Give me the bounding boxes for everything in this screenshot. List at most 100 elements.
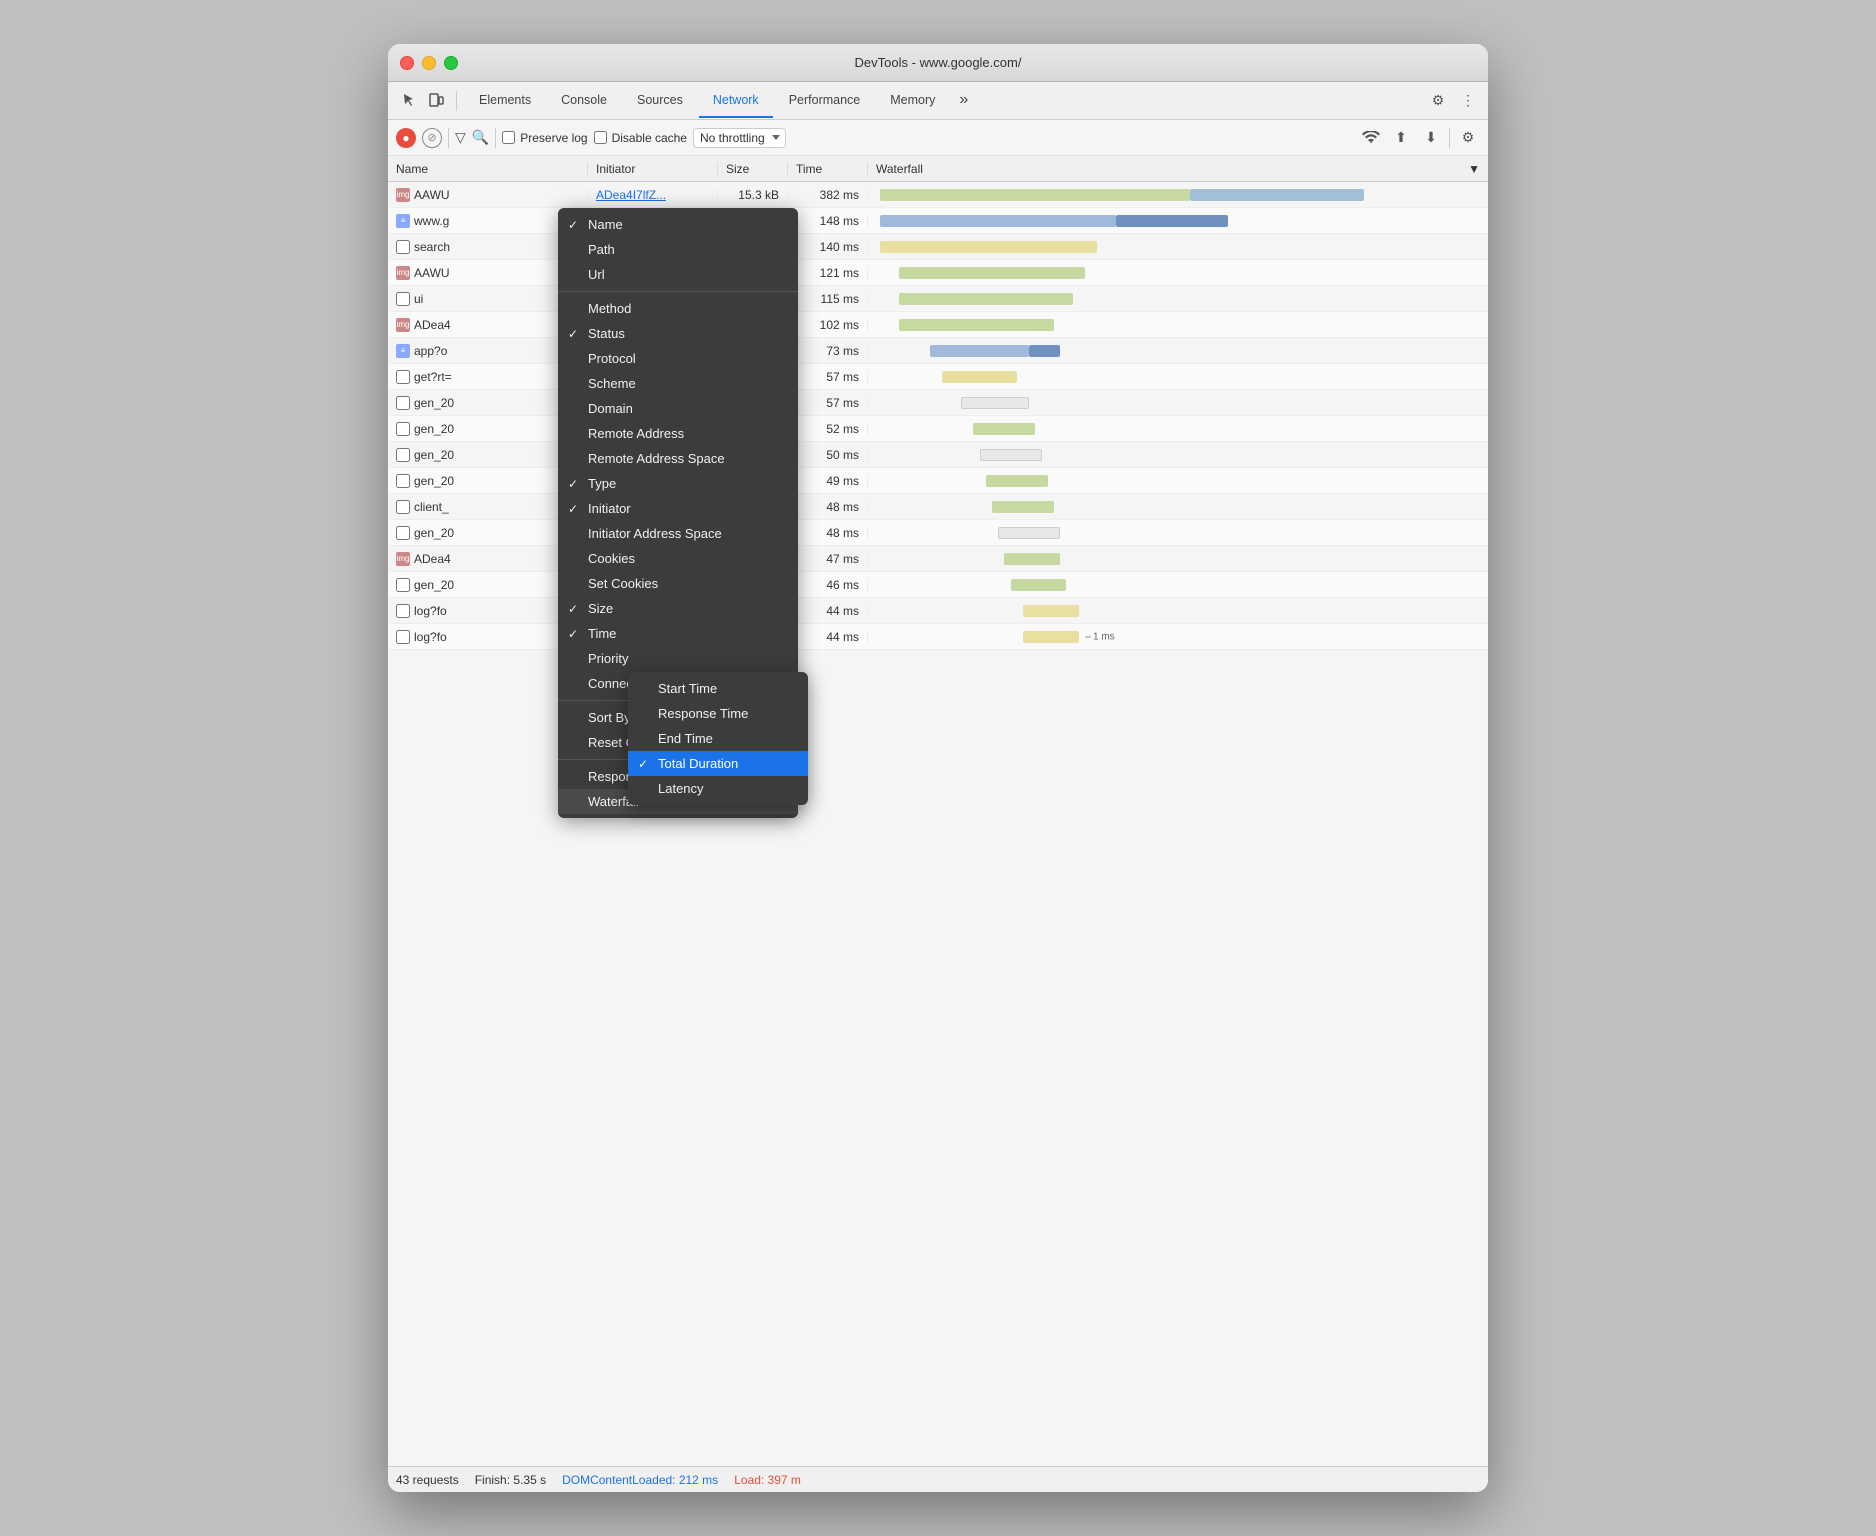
- row-checkbox[interactable]: [396, 448, 410, 462]
- tab-memory[interactable]: Memory: [876, 84, 949, 118]
- wifi-icon[interactable]: [1359, 126, 1383, 150]
- cell-waterfall: [868, 286, 1488, 311]
- header-name[interactable]: Name: [388, 162, 588, 176]
- table-row[interactable]: gen_20 (index):116 15 B 52 ms: [388, 416, 1488, 442]
- row-checkbox[interactable]: [396, 604, 410, 618]
- toolbar-right: ⚙ ⋮: [1426, 89, 1480, 113]
- tab-more[interactable]: »: [951, 84, 976, 118]
- header-initiator[interactable]: Initiator: [588, 162, 718, 176]
- clear-button[interactable]: ⊘: [422, 128, 442, 148]
- header-waterfall[interactable]: Waterfall ▼: [868, 162, 1488, 176]
- ctx-submenu-end-time[interactable]: End Time: [628, 726, 808, 751]
- ctx-item-priority[interactable]: Priority: [558, 646, 798, 671]
- device-icon[interactable]: [424, 89, 448, 113]
- preserve-log-checkbox[interactable]: [502, 131, 515, 144]
- tab-network[interactable]: Network: [699, 84, 773, 118]
- cursor-icon[interactable]: [396, 89, 420, 113]
- ctx-item-remote-address-space[interactable]: Remote Address Space: [558, 446, 798, 471]
- ctx-submenu-total-duration[interactable]: Total Duration: [628, 751, 808, 776]
- more-icon[interactable]: ⋮: [1456, 89, 1480, 113]
- ctx-item-name[interactable]: Name: [558, 212, 798, 237]
- table-row[interactable]: gen_20 (index):12 14 B 50 ms: [388, 442, 1488, 468]
- row-type-icon: img: [396, 188, 410, 202]
- ctx-submenu-response-time[interactable]: Response Time: [628, 701, 808, 726]
- ctx-submenu-latency[interactable]: Latency: [628, 776, 808, 801]
- table-row[interactable]: img AAWU ADea4I7lfZ... 2.7 kB 121 ms: [388, 260, 1488, 286]
- net-toolbar-right: ⬆ ⬇ ⚙: [1359, 126, 1480, 150]
- download-icon[interactable]: ⬇: [1419, 126, 1443, 150]
- preserve-log-label[interactable]: Preserve log: [502, 131, 587, 145]
- upload-icon[interactable]: ⬆: [1389, 126, 1413, 150]
- table-row[interactable]: gen_20 m=cdos,dp... 14 B 57 ms: [388, 390, 1488, 416]
- table-row[interactable]: log?fo 70 B 44 ms 1 ms: [388, 624, 1488, 650]
- cell-waterfall: [868, 312, 1488, 337]
- row-checkbox[interactable]: [396, 474, 410, 488]
- ctx-item-type[interactable]: Type: [558, 471, 798, 496]
- table-row[interactable]: gen_20 (index):215 14 B 48 ms: [388, 520, 1488, 546]
- row-checkbox[interactable]: [396, 292, 410, 306]
- maximize-button[interactable]: [444, 56, 458, 70]
- search-icon[interactable]: 🔍: [472, 129, 489, 146]
- ctx-item-time[interactable]: Time: [558, 621, 798, 646]
- table-body: img AAWU ADea4I7lfZ... 15.3 kB 382 ms ≡: [388, 182, 1488, 650]
- ctx-item-protocol[interactable]: Protocol: [558, 346, 798, 371]
- ctx-item-url[interactable]: Url: [558, 262, 798, 287]
- row-checkbox[interactable]: [396, 630, 410, 644]
- table-row[interactable]: ui m=DhPYm... 0 B 115 ms: [388, 286, 1488, 312]
- disable-cache-label[interactable]: Disable cache: [594, 131, 687, 145]
- settings-icon[interactable]: ⚙: [1426, 89, 1450, 113]
- ctx-item-initiator[interactable]: Initiator: [558, 496, 798, 521]
- header-time[interactable]: Time: [788, 162, 868, 176]
- table-row[interactable]: ≡ www.g Other 44.3 kB 148 ms: [388, 208, 1488, 234]
- table-row[interactable]: ≡ app?o rs=AA2YrT... 14.4 kB 73 ms: [388, 338, 1488, 364]
- ctx-item-initiator-address-space[interactable]: Initiator Address Space: [558, 521, 798, 546]
- ctx-item-method[interactable]: Method: [558, 296, 798, 321]
- ctx-item-scheme[interactable]: Scheme: [558, 371, 798, 396]
- throttle-select[interactable]: No throttling Fast 3G Slow 3G: [693, 128, 786, 148]
- table-row[interactable]: img ADea4 app?origin... 22 B 47 ms: [388, 546, 1488, 572]
- table-row[interactable]: log?fo 70 B 44 ms: [388, 598, 1488, 624]
- table-row[interactable]: search m=cdos,dp... 21.0 kB 140 ms: [388, 234, 1488, 260]
- status-bar: 43 requests Finish: 5.35 s DOMContentLoa…: [388, 1466, 1488, 1492]
- tab-bar: Elements Console Sources Network Perform…: [465, 82, 1422, 120]
- record-button[interactable]: ●: [396, 128, 416, 148]
- close-button[interactable]: [400, 56, 414, 70]
- ctx-item-size[interactable]: Size: [558, 596, 798, 621]
- ctx-item-domain[interactable]: Domain: [558, 396, 798, 421]
- table-row[interactable]: img AAWU ADea4I7lfZ... 15.3 kB 382 ms: [388, 182, 1488, 208]
- minimize-button[interactable]: [422, 56, 436, 70]
- filter-icon[interactable]: ▽: [455, 129, 466, 146]
- tab-console[interactable]: Console: [547, 84, 621, 118]
- table-row[interactable]: gen_20 (index):116 15 B 49 ms: [388, 468, 1488, 494]
- row-checkbox[interactable]: [396, 500, 410, 514]
- row-checkbox[interactable]: [396, 526, 410, 540]
- row-checkbox[interactable]: [396, 422, 410, 436]
- cell-time: 44 ms: [788, 630, 868, 644]
- table-row[interactable]: img ADea4 (index) 22 B 102 ms: [388, 312, 1488, 338]
- cell-waterfall: [868, 416, 1488, 441]
- cell-size: 15.3 kB: [718, 188, 788, 202]
- row-checkbox[interactable]: [396, 396, 410, 410]
- ctx-item-set-cookies[interactable]: Set Cookies: [558, 571, 798, 596]
- ctx-item-remote-address[interactable]: Remote Address: [558, 421, 798, 446]
- cell-waterfall: [868, 260, 1488, 285]
- settings-icon[interactable]: ⚙: [1456, 126, 1480, 150]
- tab-elements[interactable]: Elements: [465, 84, 545, 118]
- table-header: Name Initiator Size Time Waterfall ▼: [388, 156, 1488, 182]
- ctx-item-status[interactable]: Status: [558, 321, 798, 346]
- cell-waterfall: [868, 338, 1488, 363]
- tab-performance[interactable]: Performance: [775, 84, 875, 118]
- table-row[interactable]: gen_20 14 B 46 ms: [388, 572, 1488, 598]
- header-size[interactable]: Size: [718, 162, 788, 176]
- row-checkbox[interactable]: [396, 578, 410, 592]
- row-checkbox[interactable]: [396, 370, 410, 384]
- row-checkbox[interactable]: [396, 240, 410, 254]
- ctx-submenu-start-time[interactable]: Start Time: [628, 676, 808, 701]
- ctx-item-cookies[interactable]: Cookies: [558, 546, 798, 571]
- tab-sources[interactable]: Sources: [623, 84, 697, 118]
- cell-name: img AAWU: [388, 188, 588, 202]
- table-row[interactable]: client_ (index):3 18 B 48 ms: [388, 494, 1488, 520]
- ctx-item-path[interactable]: Path: [558, 237, 798, 262]
- table-row[interactable]: get?rt= rs=AA2YrT... 14.8 kB 57 ms: [388, 364, 1488, 390]
- disable-cache-checkbox[interactable]: [594, 131, 607, 144]
